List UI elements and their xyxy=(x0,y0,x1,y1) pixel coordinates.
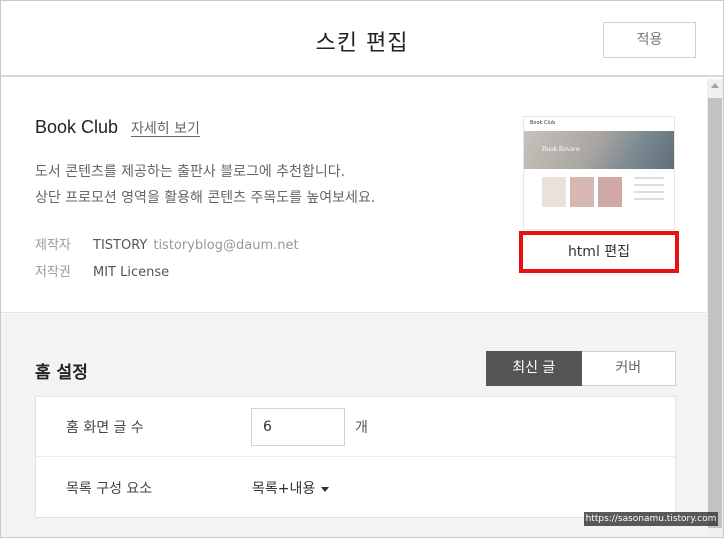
header: 스킨 편집 적용 xyxy=(1,1,723,77)
html-edit-button[interactable]: html 편집 xyxy=(519,231,679,273)
thumbnail-nav: Book Club xyxy=(524,117,674,131)
list-elements-value: 목록+내용 xyxy=(252,481,316,497)
thumbnail-sidebar xyxy=(634,177,664,217)
description-line-2: 상단 프로모션 영역을 활용해 콘텐츠 주목도를 높여보세요. xyxy=(35,190,376,206)
post-count-input[interactable] xyxy=(251,408,345,446)
home-mode-toggle: 최신 글 커버 xyxy=(486,351,676,386)
skin-info-panel: Book Club 자세히 보기 도서 콘텐츠를 제공하는 출판사 블로그에 추… xyxy=(1,79,707,313)
post-count-unit: 개 xyxy=(355,420,368,436)
tab-latest-posts[interactable]: 최신 글 xyxy=(486,351,582,386)
section-title: 홈 설정 xyxy=(35,363,88,383)
maker-value: TISTORY xyxy=(93,238,148,253)
thumbnail-logo: Book Club xyxy=(530,120,556,126)
chevron-down-icon xyxy=(321,486,330,492)
settings-box: 홈 화면 글 수 개 목록 구성 요소 목록+내용 xyxy=(35,396,676,518)
list-elements-label: 목록 구성 요소 xyxy=(66,481,153,497)
copyright-value: MIT License xyxy=(93,265,170,280)
maker-label: 제작자 xyxy=(35,238,71,253)
thumbnail-card xyxy=(542,177,566,207)
copyright-label: 저작권 xyxy=(35,265,71,280)
thumbnail-hero-text: Book Review xyxy=(542,145,581,153)
list-elements-dropdown[interactable]: 목록+내용 xyxy=(252,478,330,498)
skin-thumbnail: Book Club Book Review xyxy=(523,116,675,230)
post-count-row: 홈 화면 글 수 개 xyxy=(36,397,675,457)
post-count-label: 홈 화면 글 수 xyxy=(66,420,144,436)
skin-editor-window: 스킨 편집 적용 Book Club 자세히 보기 도서 콘텐츠를 제공하는 출… xyxy=(0,0,724,538)
scroll-up-arrow-icon[interactable] xyxy=(711,83,719,88)
skin-name: Book Club xyxy=(35,117,119,137)
home-settings-section: 홈 설정 최신 글 커버 홈 화면 글 수 개 목록 구성 요소 목록+내용 xyxy=(1,314,707,537)
watermark: https://sasonamu.tistory.com xyxy=(584,512,718,526)
scrollbar-thumb[interactable] xyxy=(708,98,722,528)
thumbnail-hero: Book Review xyxy=(524,131,674,169)
maker-row: 제작자 TISTORY tistoryblog@daum.net xyxy=(35,234,299,253)
maker-email: tistoryblog@daum.net xyxy=(153,238,299,253)
description-line-1: 도서 콘텐츠를 제공하는 출판사 블로그에 추천합니다. xyxy=(35,164,346,180)
list-elements-row: 목록 구성 요소 목록+내용 xyxy=(36,458,675,518)
copyright-row: 저작권 MIT License xyxy=(35,261,169,280)
apply-button[interactable]: 적용 xyxy=(603,22,696,58)
tab-cover[interactable]: 커버 xyxy=(581,351,676,386)
detail-link[interactable]: 자세히 보기 xyxy=(131,118,200,138)
thumbnail-card xyxy=(570,177,594,207)
skin-description: 도서 콘텐츠를 제공하는 출판사 블로그에 추천합니다. 상단 프로모션 영역을… xyxy=(35,159,375,211)
thumbnail-card xyxy=(598,177,622,207)
